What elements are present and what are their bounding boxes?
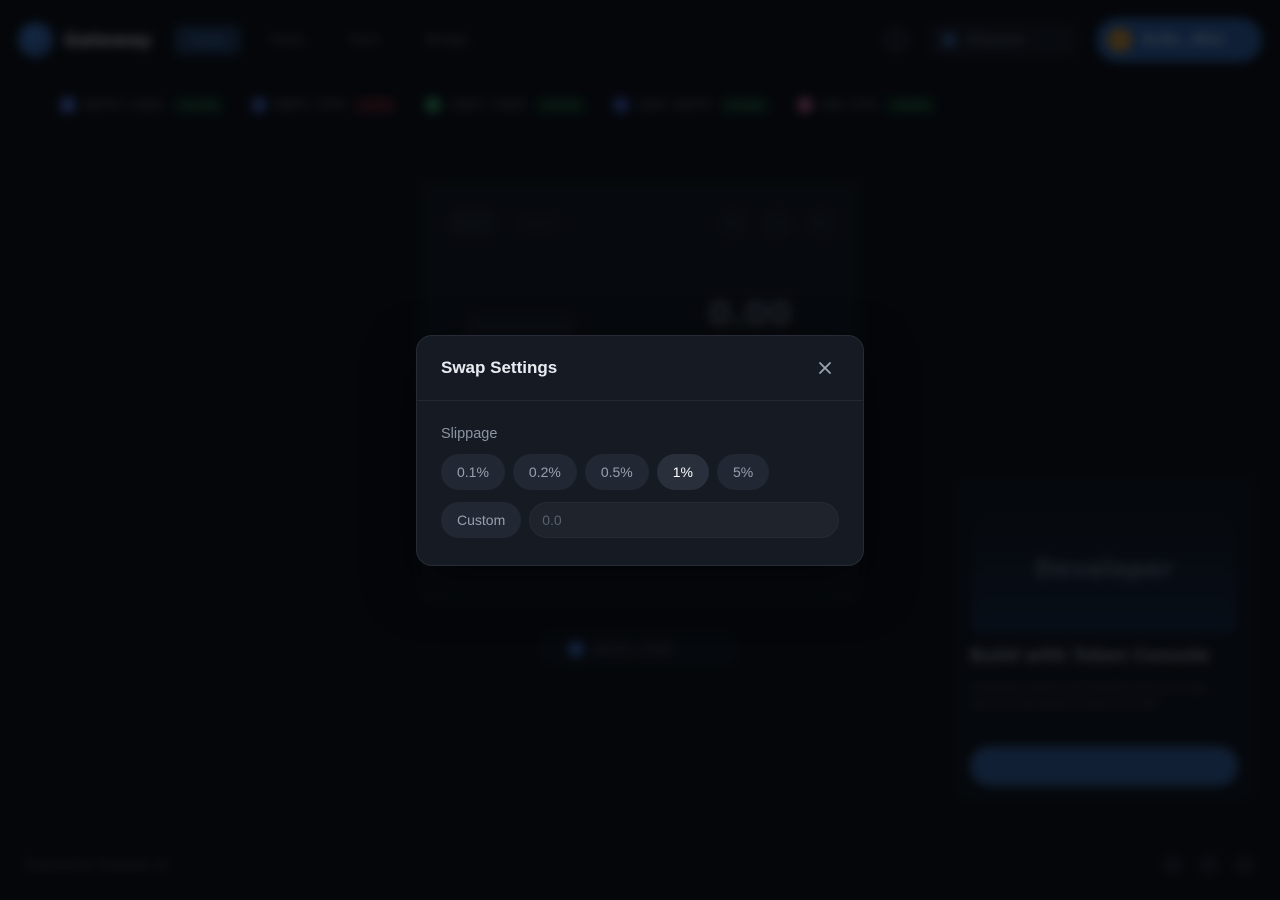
custom-slippage-input[interactable] <box>529 502 839 538</box>
swap-settings-modal: Swap Settings Slippage 0.1% 0.2% 0.5% 1%… <box>416 335 864 566</box>
slippage-option-5[interactable]: 5% <box>717 454 770 490</box>
modal-header: Swap Settings <box>417 336 863 401</box>
custom-slippage-row: Custom <box>441 502 839 538</box>
slippage-option-0-5[interactable]: 0.5% <box>584 454 649 490</box>
modal-body: Slippage 0.1% 0.2% 0.5% 1% 5% Custom <box>417 401 863 538</box>
slippage-option-0-1[interactable]: 0.1% <box>441 454 505 490</box>
slippage-option-0-2[interactable]: 0.2% <box>512 454 577 490</box>
modal-title: Swap Settings <box>441 358 558 377</box>
close-button[interactable] <box>811 354 839 382</box>
slippage-label: Slippage <box>441 426 498 442</box>
slippage-option-1[interactable]: 1% <box>656 454 709 490</box>
custom-slippage-button[interactable]: Custom <box>441 502 522 538</box>
close-icon <box>819 362 831 374</box>
slippage-options: 0.1% 0.2% 0.5% 1% 5% <box>441 454 839 490</box>
